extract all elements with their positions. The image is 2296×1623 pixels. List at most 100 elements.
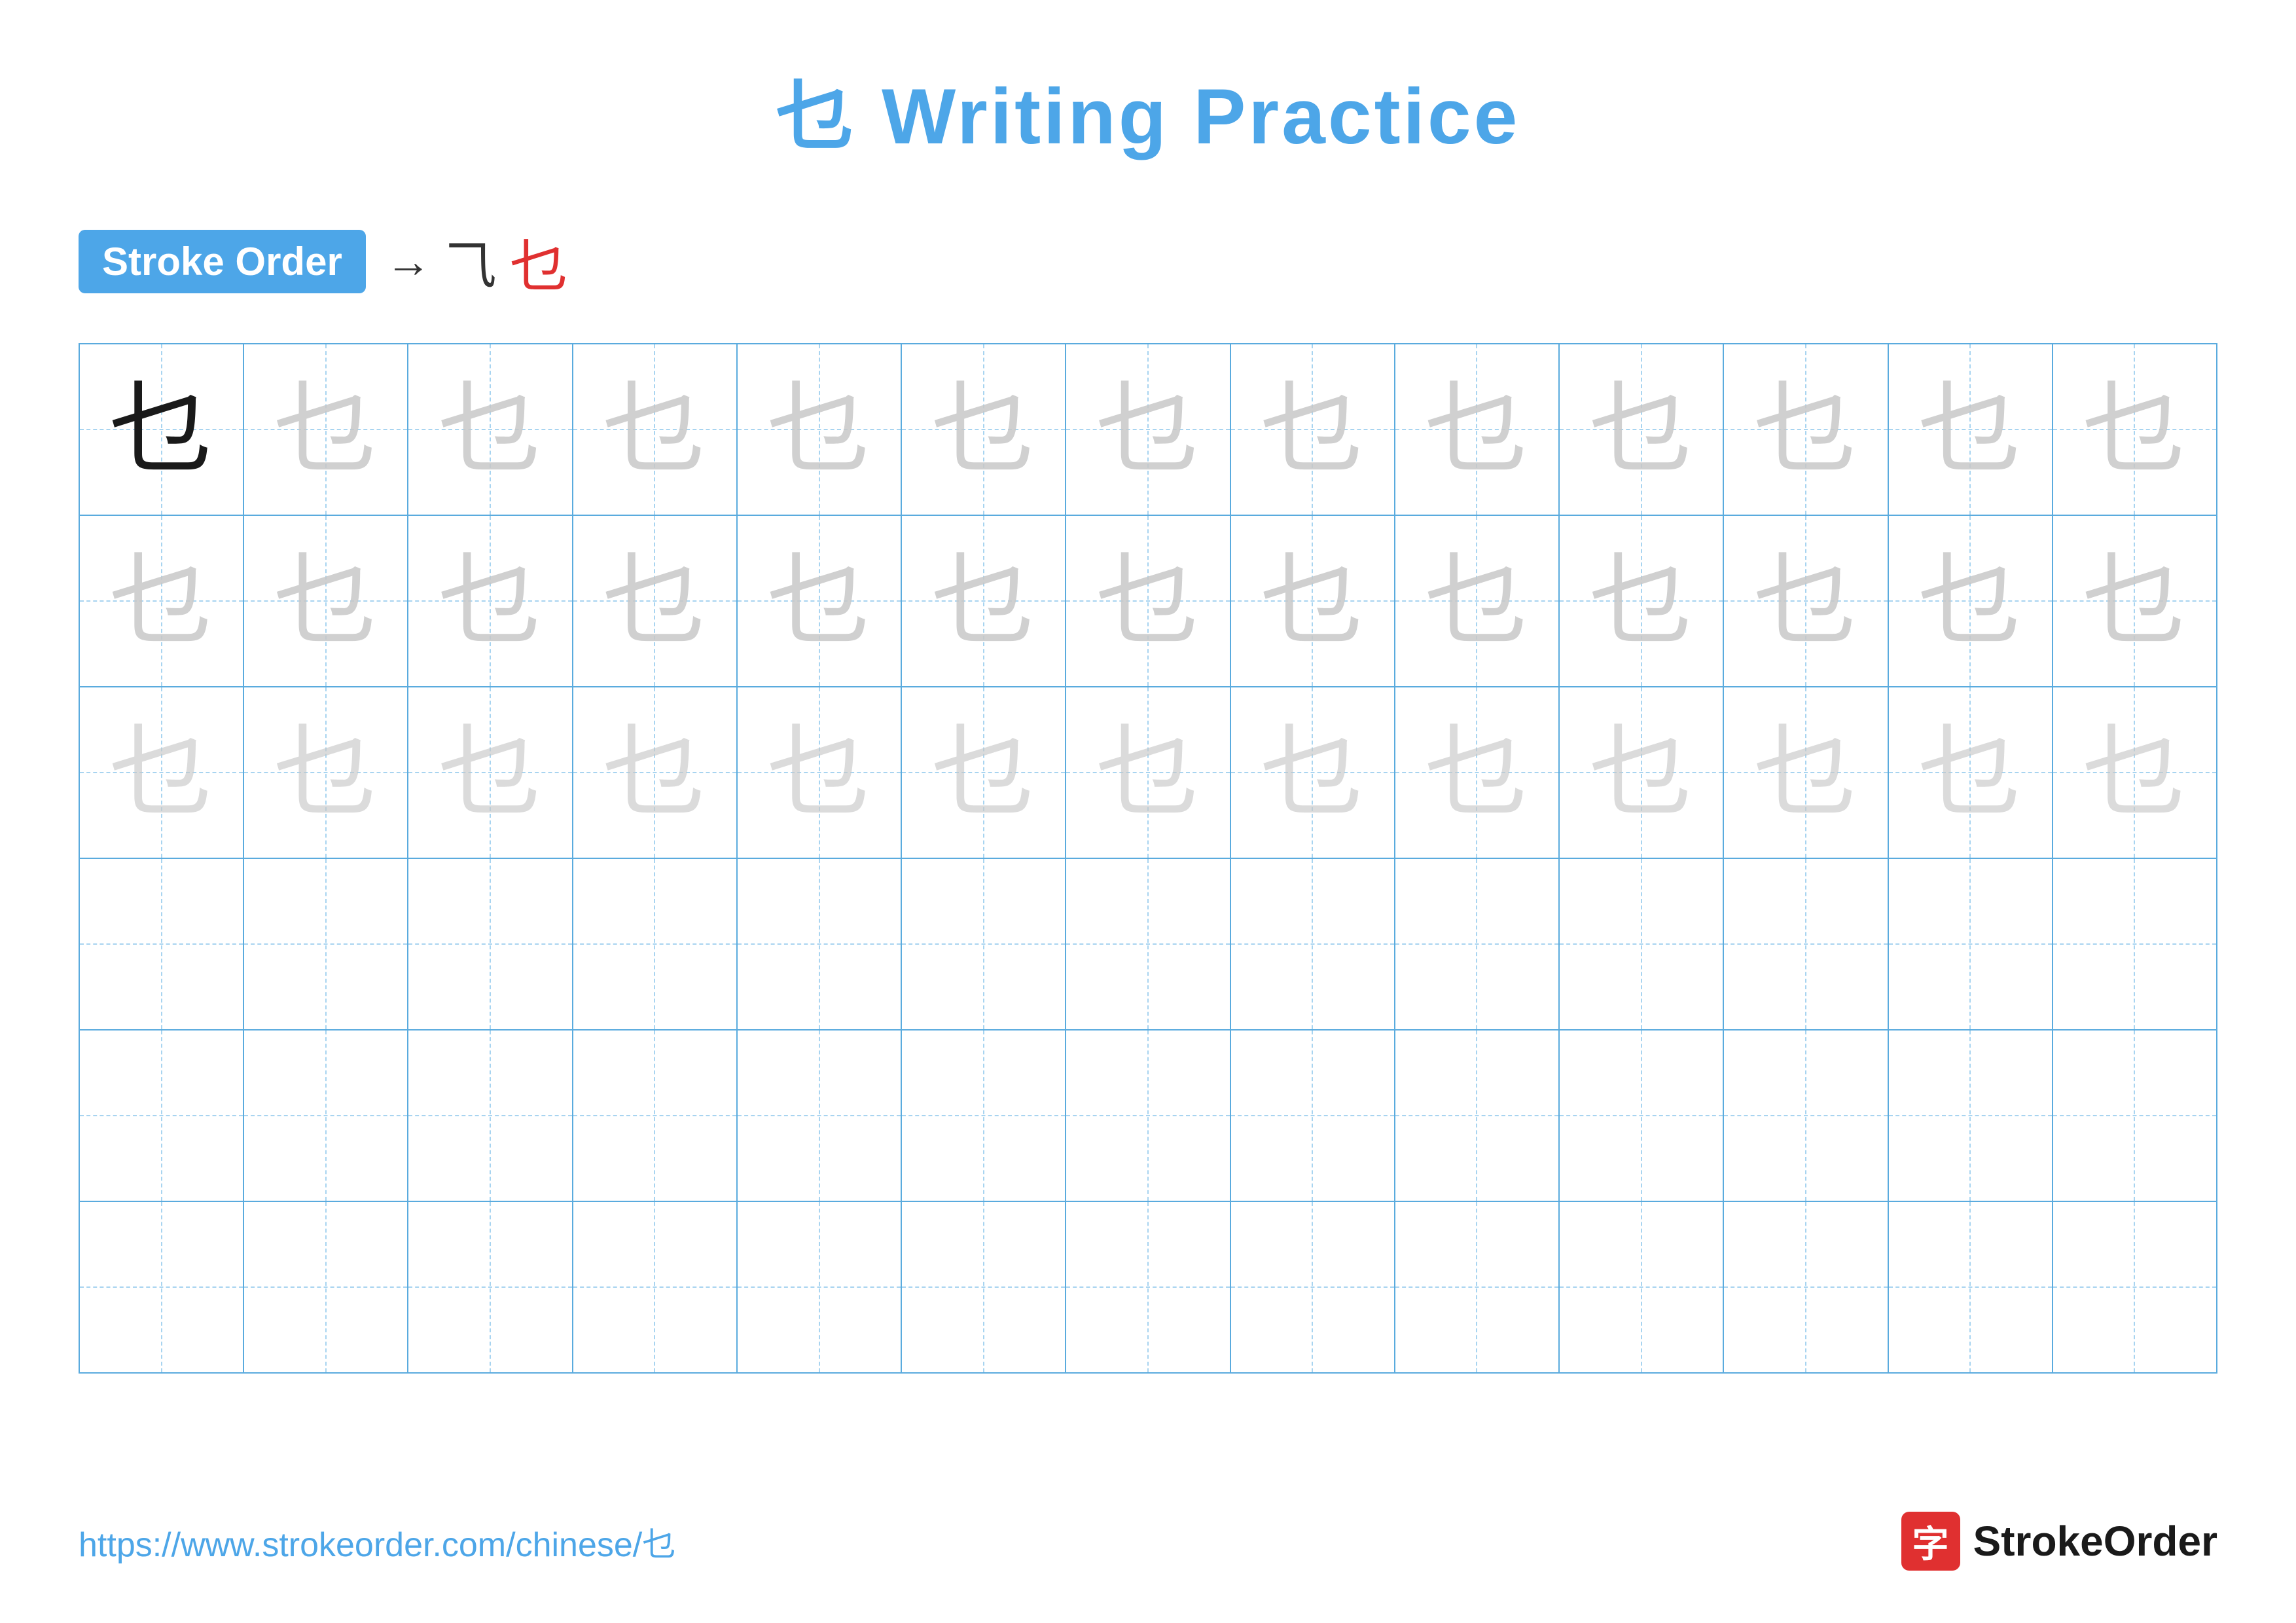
grid-cell[interactable] <box>80 1030 244 1201</box>
grid-cell[interactable] <box>1066 1030 1230 1201</box>
grid-cell: 乜 <box>573 344 738 515</box>
grid-cell[interactable] <box>1560 1202 1724 1372</box>
grid-cell[interactable] <box>1889 859 2053 1029</box>
grid-cell[interactable] <box>902 1030 1066 1201</box>
grid-cell: 乜 <box>1560 687 1724 858</box>
practice-char: 乜 <box>1260 377 1365 482</box>
grid-row-5 <box>80 1030 2216 1202</box>
practice-char: 乜 <box>1589 377 1694 482</box>
grid-cell[interactable] <box>2053 859 2216 1029</box>
grid-cell[interactable] <box>1724 1030 1888 1201</box>
practice-char: 乜 <box>602 377 707 482</box>
logo-icon: 字 <box>1901 1512 1960 1571</box>
grid-row-1: 乜 乜 乜 乜 乜 乜 乜 乜 乜 <box>80 344 2216 516</box>
grid-cell[interactable] <box>408 1202 573 1372</box>
practice-char: 乜 <box>1753 377 1858 482</box>
practice-char: 乜 <box>1753 720 1858 825</box>
grid-cell: 乜 <box>244 344 408 515</box>
practice-char: 乜 <box>109 549 214 653</box>
grid-cell: 乜 <box>1889 687 2053 858</box>
stroke-order-chars: → ⺄ 乜 <box>386 219 569 304</box>
grid-cell: 乜 <box>1889 516 2053 686</box>
practice-char: 乜 <box>931 720 1036 825</box>
practice-char: 乜 <box>274 377 378 482</box>
grid-cell[interactable] <box>573 1030 738 1201</box>
grid-cell[interactable] <box>244 1030 408 1201</box>
grid-cell: 乜 <box>1724 687 1888 858</box>
practice-char: 乜 <box>767 549 872 653</box>
grid-cell: 乜 <box>1231 344 1395 515</box>
grid-cell[interactable] <box>1395 1030 1560 1201</box>
page-title: 乜 Writing Practice <box>79 52 2217 166</box>
grid-cell[interactable] <box>1724 1202 1888 1372</box>
grid-cell: 乜 <box>1231 516 1395 686</box>
practice-char: 乜 <box>602 720 707 825</box>
grid-cell: 乜 <box>1395 687 1560 858</box>
practice-char: 乜 <box>1260 720 1365 825</box>
grid-cell[interactable] <box>80 859 244 1029</box>
practice-char: 乜 <box>1096 549 1200 653</box>
practice-char: 乜 <box>767 377 872 482</box>
grid-cell[interactable] <box>244 859 408 1029</box>
grid-row-3: 乜 乜 乜 乜 乜 乜 乜 乜 乜 <box>80 687 2216 859</box>
grid-cell: 乜 <box>1560 344 1724 515</box>
grid-cell[interactable] <box>1231 1202 1395 1372</box>
grid-cell[interactable] <box>1560 859 1724 1029</box>
grid-cell[interactable] <box>738 1202 902 1372</box>
footer-url[interactable]: https://www.strokeorder.com/chinese/乜 <box>79 1517 676 1566</box>
grid-cell[interactable] <box>408 859 573 1029</box>
grid-cell: 乜 <box>738 516 902 686</box>
grid-cell[interactable] <box>1724 859 1888 1029</box>
practice-char: 乜 <box>767 720 872 825</box>
grid-cell[interactable] <box>1066 859 1230 1029</box>
grid-cell: 乜 <box>1066 516 1230 686</box>
grid-cell: 乜 <box>1231 687 1395 858</box>
grid-cell: 乜 <box>80 344 244 515</box>
grid-cell[interactable] <box>738 859 902 1029</box>
practice-char: 乜 <box>109 720 214 825</box>
grid-cell[interactable] <box>902 859 1066 1029</box>
practice-char: 乜 <box>1096 377 1200 482</box>
grid-cell[interactable] <box>1889 1202 2053 1372</box>
grid-cell: 乜 <box>80 516 244 686</box>
practice-char: 乜 <box>2082 377 2187 482</box>
footer: https://www.strokeorder.com/chinese/乜 字 … <box>79 1512 2217 1571</box>
grid-cell: 乜 <box>408 516 573 686</box>
grid-cell: 乜 <box>1395 344 1560 515</box>
grid-cell: 乜 <box>80 687 244 858</box>
grid-cell: 乜 <box>573 687 738 858</box>
grid-cell[interactable] <box>408 1030 573 1201</box>
grid-cell: 乜 <box>902 344 1066 515</box>
grid-cell[interactable] <box>573 1202 738 1372</box>
grid-cell[interactable] <box>738 1030 902 1201</box>
grid-cell[interactable] <box>2053 1202 2216 1372</box>
grid-cell[interactable] <box>1395 859 1560 1029</box>
grid-cell[interactable] <box>1395 1202 1560 1372</box>
practice-char: 乜 <box>1918 720 2022 825</box>
footer-logo: 字 StrokeOrder <box>1901 1512 2217 1571</box>
grid-cell[interactable] <box>902 1202 1066 1372</box>
grid-cell: 乜 <box>1889 344 2053 515</box>
grid-cell: 乜 <box>2053 687 2216 858</box>
grid-cell: 乜 <box>244 516 408 686</box>
practice-char: 乜 <box>109 377 214 482</box>
grid-cell[interactable] <box>244 1202 408 1372</box>
grid-cell[interactable] <box>1560 1030 1724 1201</box>
practice-char: 乜 <box>438 377 543 482</box>
grid-cell: 乜 <box>2053 344 2216 515</box>
grid-cell[interactable] <box>1231 1030 1395 1201</box>
grid-cell: 乜 <box>1395 516 1560 686</box>
practice-char: 乜 <box>1096 720 1200 825</box>
grid-cell[interactable] <box>2053 1030 2216 1201</box>
grid-cell: 乜 <box>244 687 408 858</box>
grid-cell[interactable] <box>1066 1202 1230 1372</box>
practice-char: 乜 <box>274 549 378 653</box>
practice-char: 乜 <box>931 377 1036 482</box>
page: 乜 Writing Practice Stroke Order → ⺄ 乜 乜 … <box>0 0 2296 1623</box>
grid-cell[interactable] <box>80 1202 244 1372</box>
grid-cell[interactable] <box>1231 859 1395 1029</box>
grid-cell: 乜 <box>2053 516 2216 686</box>
grid-cell[interactable] <box>573 859 738 1029</box>
grid-cell[interactable] <box>1889 1030 2053 1201</box>
grid-cell: 乜 <box>1560 516 1724 686</box>
